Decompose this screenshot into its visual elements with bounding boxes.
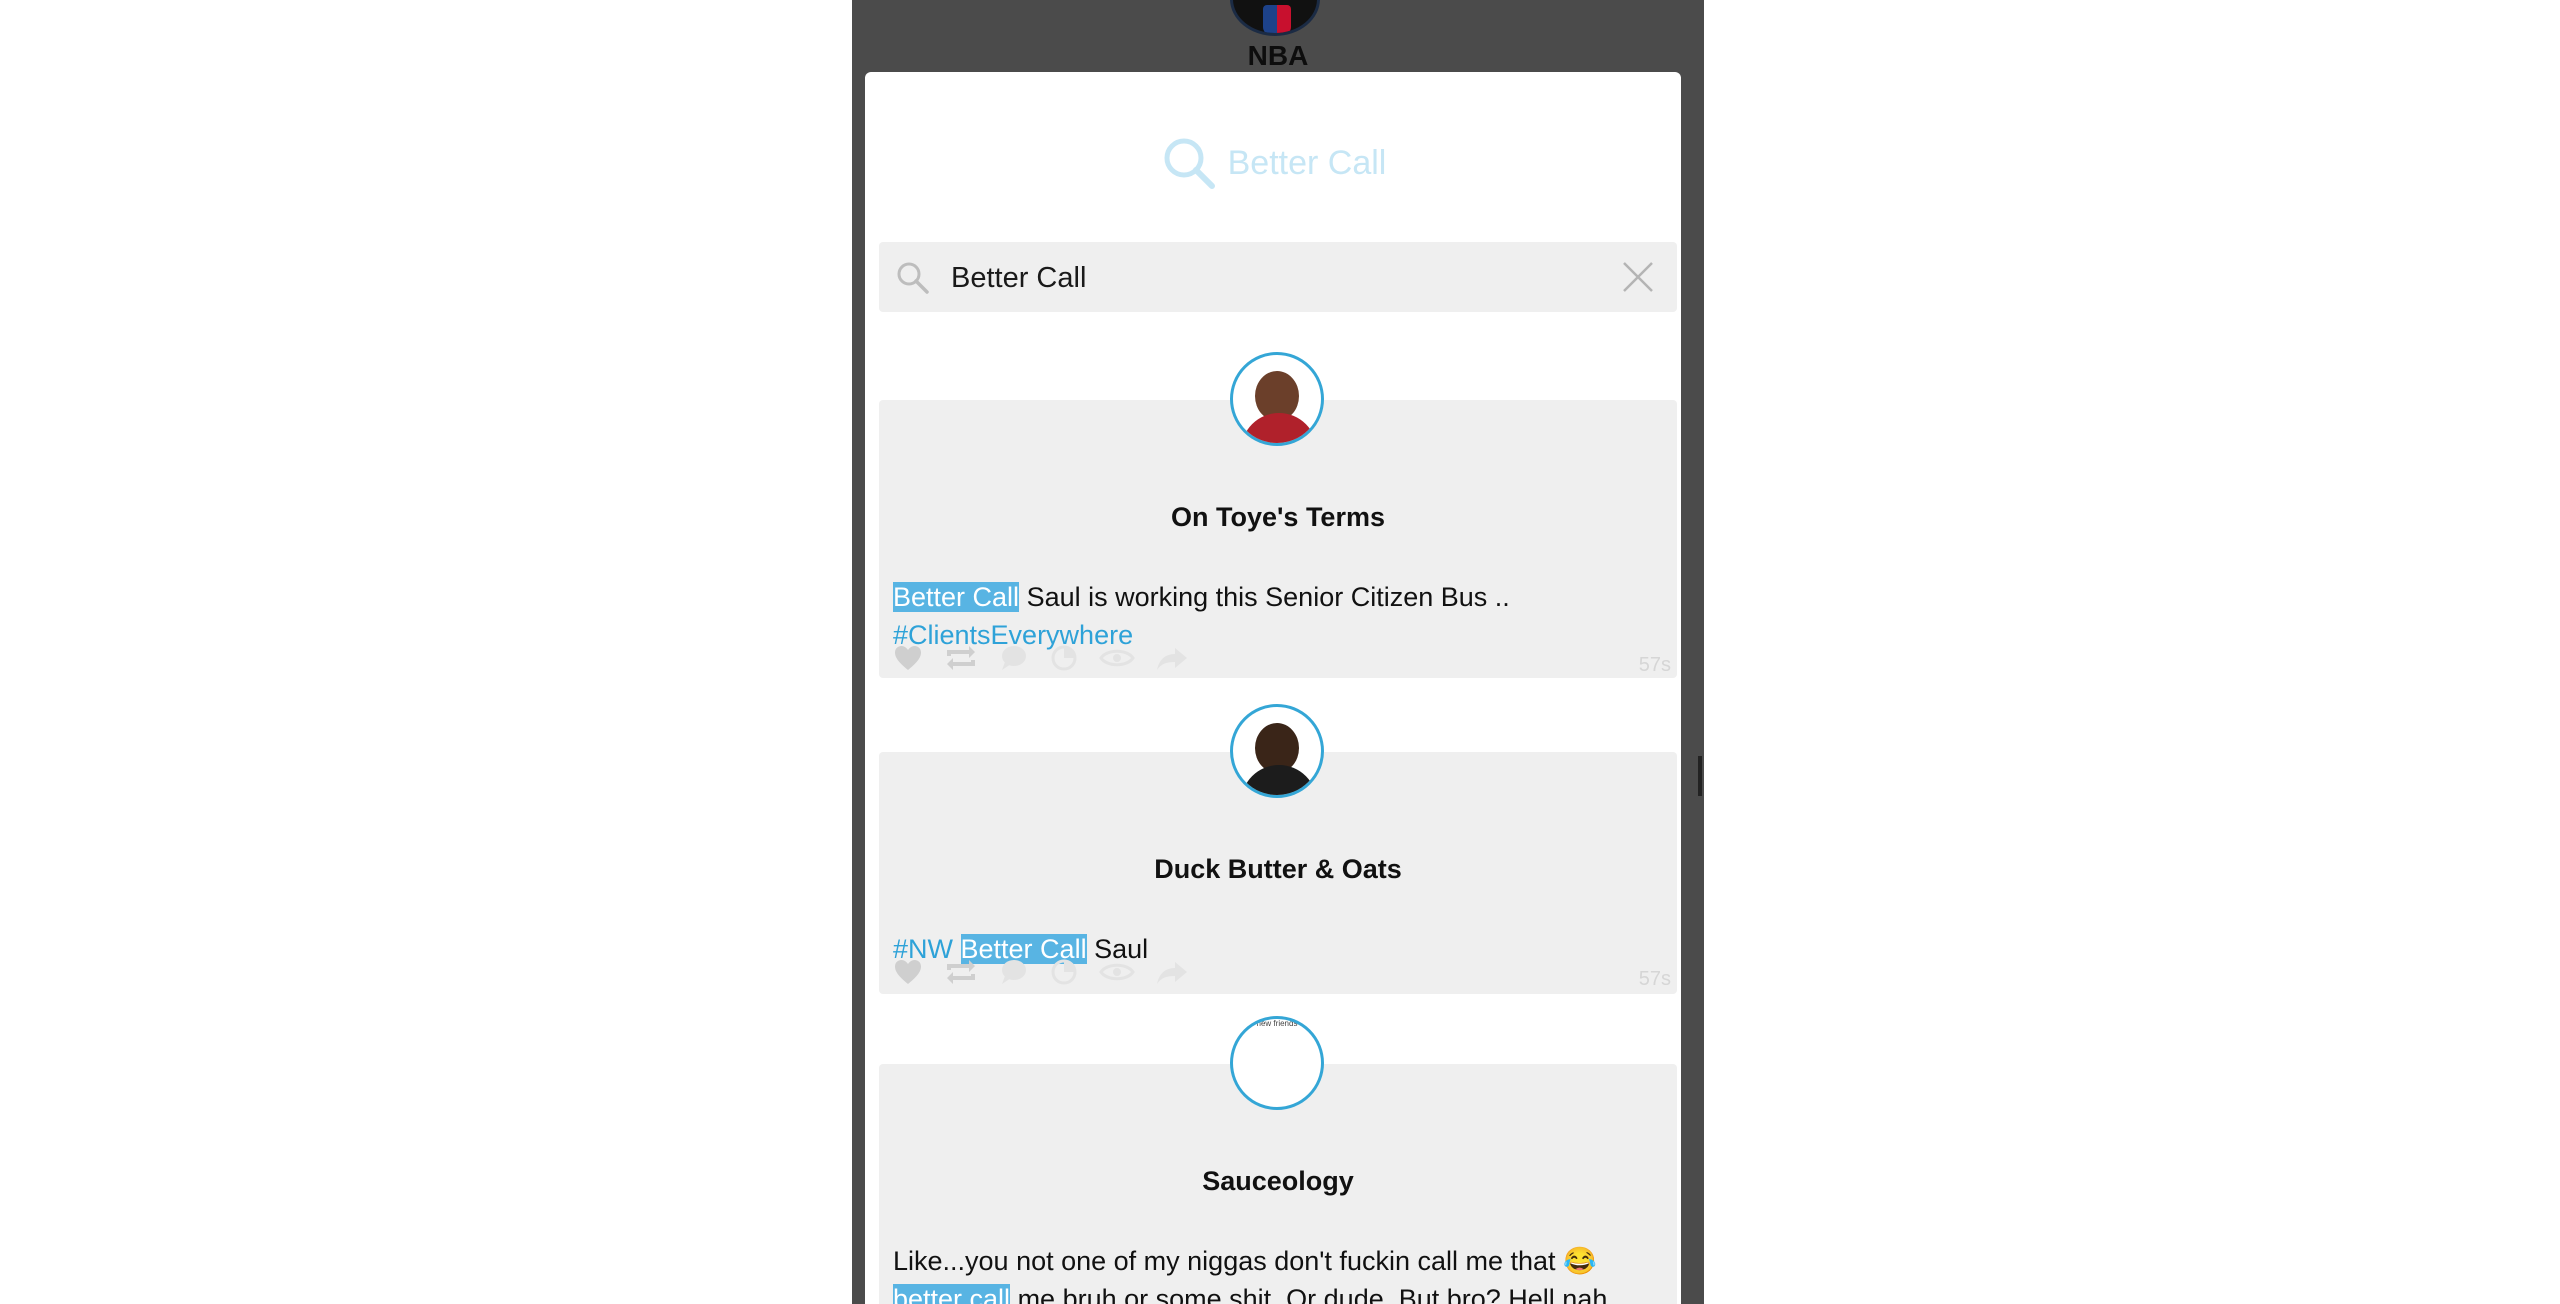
action-bar bbox=[893, 958, 1189, 986]
share-icon[interactable] bbox=[1155, 958, 1189, 986]
search-highlight: Better Call bbox=[893, 582, 1020, 612]
background-title: NBA bbox=[1247, 40, 1309, 71]
pie-icon[interactable] bbox=[1049, 644, 1079, 672]
search-input[interactable] bbox=[949, 252, 1593, 304]
app-frame: NBA Better Call On Toye's Terms bbox=[852, 0, 1704, 1304]
timestamp: 57s bbox=[1638, 654, 1671, 676]
heart-icon[interactable] bbox=[893, 644, 923, 672]
pie-icon[interactable] bbox=[1049, 958, 1079, 986]
result-name[interactable]: Duck Butter & Oats bbox=[879, 854, 1677, 885]
search-bar bbox=[879, 242, 1677, 312]
avatar[interactable]: new friends bbox=[1230, 1016, 1324, 1110]
retweet-icon[interactable] bbox=[943, 644, 979, 672]
action-bar bbox=[893, 644, 1189, 672]
result-text: Like...you not one of my niggas don't fu… bbox=[893, 1242, 1663, 1304]
comment-icon[interactable] bbox=[999, 644, 1029, 672]
modal-header: Better Call bbox=[865, 128, 1681, 198]
result-text-body: Like...you not one of my niggas don't fu… bbox=[893, 1246, 1597, 1276]
result-text-body: me bruh or some shit. Or dude. But bro? … bbox=[1010, 1284, 1615, 1304]
result-name[interactable]: Sauceology bbox=[879, 1166, 1677, 1197]
close-icon[interactable] bbox=[1621, 260, 1655, 294]
result-text: Better Call Saul is working this Senior … bbox=[893, 578, 1663, 654]
search-icon bbox=[897, 262, 929, 294]
modal-title: Better Call bbox=[1227, 143, 1387, 182]
nba-logo-avatar bbox=[1230, 0, 1320, 36]
avatar[interactable] bbox=[1230, 352, 1324, 446]
search-highlight: better call bbox=[893, 1284, 1011, 1304]
result-text-body: Saul is working this Senior Citizen Bus … bbox=[1019, 582, 1510, 612]
result-name[interactable]: On Toye's Terms bbox=[879, 502, 1677, 533]
heart-icon[interactable] bbox=[893, 958, 923, 986]
share-icon[interactable] bbox=[1155, 644, 1189, 672]
eye-icon[interactable] bbox=[1099, 644, 1135, 672]
timestamp: 57s bbox=[1638, 968, 1671, 990]
search-icon bbox=[1164, 138, 1215, 189]
scroll-handle[interactable] bbox=[1698, 756, 1702, 796]
search-modal: Better Call On Toye's Terms Better Call … bbox=[865, 72, 1681, 1304]
comment-icon[interactable] bbox=[999, 958, 1029, 986]
background-header: NBA bbox=[852, 0, 1704, 72]
avatar-caption: new friends bbox=[1256, 1019, 1298, 1028]
eye-icon[interactable] bbox=[1099, 958, 1135, 986]
avatar[interactable] bbox=[1230, 704, 1324, 798]
retweet-icon[interactable] bbox=[943, 958, 979, 986]
